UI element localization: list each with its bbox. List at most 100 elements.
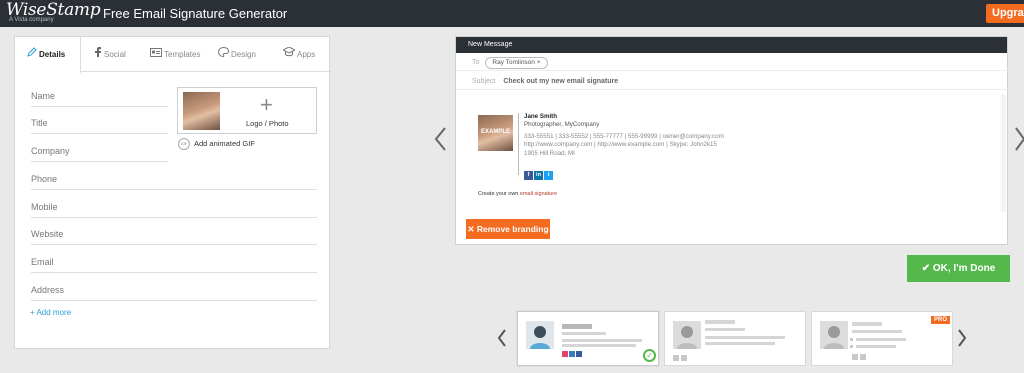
subject-row: Subject Check out my new email signature [456,73,1009,90]
template-card-2[interactable] [664,311,806,366]
template-line [856,338,906,341]
template-social-dot [576,351,582,357]
linkedin-icon[interactable]: in [534,171,543,180]
address-field[interactable]: Address [31,279,317,301]
email-field[interactable]: Email [31,251,317,273]
signature-divider [518,113,519,175]
tab-design-label: Design [231,50,256,59]
branding-link[interactable]: email signature [520,191,557,197]
signature-address: 1905 Hill Road, MI [524,149,575,157]
template-line [562,339,642,342]
signature-title: Photographer, MyCompany [524,121,600,129]
facebook-icon [95,37,102,72]
template-line [705,320,735,324]
template-social-dot [562,351,568,357]
upgrade-button[interactable]: Upgrade [986,4,1024,23]
subject-label: Subject [472,78,496,85]
template-line [856,345,896,348]
template-card-3[interactable]: PRO [811,311,953,366]
previous-preview-arrow[interactable] [433,126,447,156]
template-social-dot [852,354,858,360]
template-avatar [526,321,554,349]
template-bullet [850,338,853,341]
tab-templates[interactable]: Templates [150,37,210,72]
template-card-1[interactable]: ✓ [517,311,659,366]
template-bullet [850,345,853,348]
recipient-chip[interactable]: Ray Tomlinson × [485,57,548,69]
app-title: Free Email Signature Generator [103,6,288,21]
recipient-name: Ray Tomlinson [492,59,535,66]
plus-icon: + [260,92,273,117]
tab-social[interactable]: Social [95,37,150,72]
editor-tabs: Details Social Templates Design Apps [15,37,331,73]
pro-badge: PRO [930,316,950,324]
ok-done-button[interactable]: ✔ OK, I'm Done [907,255,1010,282]
next-preview-arrow[interactable] [1014,126,1024,156]
branding-prefix: Create your own [478,191,519,197]
company-field[interactable]: Company [31,140,168,162]
add-gif-button[interactable]: GIF Add animated GIF [178,138,255,151]
palette-icon [217,37,230,72]
to-row: To Ray Tomlinson × [456,54,1009,71]
remove-recipient-icon[interactable]: × [537,59,541,66]
template-social-dot [860,354,866,360]
mobile-field[interactable]: Mobile [31,196,317,218]
gif-icon: GIF [178,138,190,151]
signature-social-icons: f in t [524,163,554,181]
template-line [705,342,775,345]
selected-check-icon: ✓ [643,349,656,362]
template-avatar [673,321,701,349]
profile-photo[interactable] [183,92,220,130]
template-line [562,344,636,347]
id-card-icon [150,37,162,72]
tab-details[interactable]: Details [15,37,81,73]
email-window-header: New Message [456,37,1007,53]
website-field[interactable]: Website [31,223,317,245]
template-avatar [820,321,848,349]
email-preview: New Message To Ray Tomlinson × Subject Che… [455,36,1009,245]
pencil-icon [27,37,37,72]
add-more-link[interactable]: + Add more [30,308,71,317]
template-line [852,330,902,333]
remove-branding-button[interactable]: ✕ Remove branding [466,219,550,239]
tab-details-label: Details [39,50,66,59]
signature-preview: EXAMPLE Jane Smith Photographer, MyCompa… [456,93,1009,213]
twitter-icon[interactable]: t [544,171,553,180]
top-bar: WiseStamp A Vista company Free Email Sig… [0,0,1024,27]
template-social-dot [673,355,679,361]
templates-previous-arrow[interactable] [497,326,507,352]
signature-name: Jane Smith [524,113,558,120]
logo-photo-label: Logo / Photo [246,119,289,128]
facebook-icon[interactable]: f [524,171,533,180]
logo-subtitle: A Vista company [9,17,54,23]
template-line [705,328,745,331]
example-watermark: EXAMPLE [480,129,510,135]
tab-social-label: Social [104,50,126,59]
phone-field[interactable]: Phone [31,168,317,190]
tab-apps[interactable]: Apps [281,37,328,72]
tab-design[interactable]: Design [217,37,273,72]
subject-value: Check out my new email signature [503,78,619,85]
logo-photo-upload[interactable]: + Logo / Photo [177,87,317,134]
title-field[interactable]: Title [31,112,168,134]
signature-photo: EXAMPLE [478,115,513,151]
template-social-dot [681,355,687,361]
templates-next-arrow[interactable] [957,326,967,352]
template-social-dot [569,351,575,357]
signature-websites: http://www.company.com | http://www.exam… [524,141,717,149]
tab-apps-label: Apps [297,50,316,59]
signature-phones: 333-55551 | 333-55552 | 555-77777 | 555-… [524,132,724,140]
tab-templates-label: Templates [164,50,201,59]
name-field[interactable]: Name [31,85,168,107]
details-panel: Details Social Templates Design Apps Nam… [14,36,331,349]
to-label: To [472,59,480,66]
signature-details: Jane Smith Photographer, MyCompany 333-5… [524,113,724,158]
template-line [852,322,882,326]
graduation-cap-icon [281,37,297,72]
add-gif-label: Add animated GIF [194,139,255,148]
branding-line: Create your own email signature [478,191,557,197]
preview-scrollbar[interactable] [1001,94,1006,212]
template-line [705,336,785,339]
template-line [562,324,592,329]
template-line [562,332,606,335]
